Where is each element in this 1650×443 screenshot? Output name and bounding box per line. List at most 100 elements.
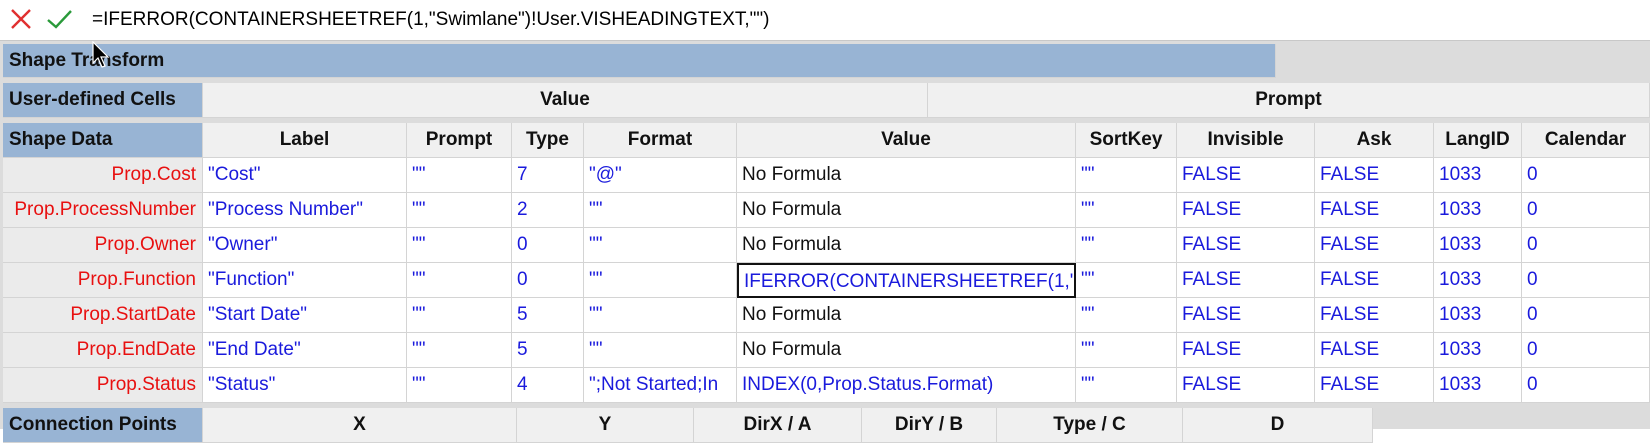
- cell-invisible[interactable]: FALSE: [1177, 193, 1315, 228]
- cell-sortkey[interactable]: "": [1076, 333, 1177, 368]
- cell-value[interactable]: No Formula: [737, 158, 1076, 193]
- cell-format[interactable]: "": [584, 298, 737, 333]
- cell-langid[interactable]: 1033: [1434, 158, 1522, 193]
- check-icon[interactable]: [46, 6, 72, 32]
- cell-invisible[interactable]: FALSE: [1177, 263, 1315, 298]
- cell-type[interactable]: 5: [512, 333, 584, 368]
- section-header-connection-points[interactable]: Connection Points: [3, 408, 203, 443]
- row-name-prop-cost[interactable]: Prop.Cost: [3, 158, 203, 193]
- cell-invisible[interactable]: FALSE: [1177, 298, 1315, 333]
- cell-format[interactable]: "": [584, 333, 737, 368]
- cell-prompt[interactable]: "": [407, 368, 512, 403]
- cell-label[interactable]: "Status": [203, 368, 407, 403]
- cell-label[interactable]: "Process Number": [203, 193, 407, 228]
- formula-input[interactable]: =IFERROR(CONTAINERSHEETREF(1,"Swimlane")…: [92, 9, 769, 31]
- column-header-value[interactable]: Value: [737, 123, 1076, 158]
- cell-value[interactable]: No Formula: [737, 193, 1076, 228]
- row-name-prop-startdate[interactable]: Prop.StartDate: [3, 298, 203, 333]
- cell-type[interactable]: 5: [512, 298, 584, 333]
- cell-langid[interactable]: 1033: [1434, 193, 1522, 228]
- column-header-value[interactable]: Value: [203, 83, 928, 118]
- column-header-type-c[interactable]: Type / C: [997, 408, 1183, 443]
- cell-sortkey[interactable]: "": [1076, 158, 1177, 193]
- cell-sortkey[interactable]: "": [1076, 263, 1177, 298]
- cell-invisible[interactable]: FALSE: [1177, 228, 1315, 263]
- column-header-x[interactable]: X: [203, 408, 517, 443]
- cell-langid[interactable]: 1033: [1434, 263, 1522, 298]
- column-header-diry-b[interactable]: DirY / B: [862, 408, 997, 443]
- row-name-prop-function[interactable]: Prop.Function: [3, 263, 203, 298]
- section-header-shape-transform[interactable]: Shape Transform: [3, 44, 1276, 78]
- cell-ask[interactable]: FALSE: [1315, 333, 1434, 368]
- cell-prompt[interactable]: "": [407, 298, 512, 333]
- column-header-sortkey[interactable]: SortKey: [1076, 123, 1177, 158]
- column-header-langid[interactable]: LangID: [1434, 123, 1522, 158]
- cell-invisible[interactable]: FALSE: [1177, 333, 1315, 368]
- cell-prompt[interactable]: "": [407, 193, 512, 228]
- cell-sortkey[interactable]: "": [1076, 298, 1177, 333]
- cell-langid[interactable]: 1033: [1434, 228, 1522, 263]
- column-header-prompt[interactable]: Prompt: [928, 83, 1650, 118]
- cell-label[interactable]: "Start Date": [203, 298, 407, 333]
- cell-prompt[interactable]: "": [407, 263, 512, 298]
- cell-sortkey[interactable]: "": [1076, 193, 1177, 228]
- cell-sortkey[interactable]: "": [1076, 228, 1177, 263]
- cell-format[interactable]: ";Not Started;In: [584, 368, 737, 403]
- section-header-user-defined-cells[interactable]: User-defined Cells: [3, 83, 203, 118]
- column-header-type[interactable]: Type: [512, 123, 584, 158]
- cell-prompt[interactable]: "": [407, 333, 512, 368]
- cell-invisible[interactable]: FALSE: [1177, 368, 1315, 403]
- column-header-ask[interactable]: Ask: [1315, 123, 1434, 158]
- cell-ask[interactable]: FALSE: [1315, 263, 1434, 298]
- column-header-d[interactable]: D: [1183, 408, 1373, 443]
- cell-label[interactable]: "Function": [203, 263, 407, 298]
- column-header-y[interactable]: Y: [517, 408, 694, 443]
- column-header-label[interactable]: Label: [203, 123, 407, 158]
- cell-label[interactable]: "Owner": [203, 228, 407, 263]
- column-header-format[interactable]: Format: [584, 123, 737, 158]
- cell-value[interactable]: IFERROR(CONTAINERSHEETREF(1,"Sw: [737, 263, 1076, 298]
- cell-value[interactable]: INDEX(0,Prop.Status.Format): [737, 368, 1076, 403]
- cell-calendar[interactable]: 0: [1522, 333, 1650, 368]
- row-name-prop-enddate[interactable]: Prop.EndDate: [3, 333, 203, 368]
- cell-invisible[interactable]: FALSE: [1177, 158, 1315, 193]
- cell-ask[interactable]: FALSE: [1315, 298, 1434, 333]
- cell-prompt[interactable]: "": [407, 158, 512, 193]
- cell-type[interactable]: 0: [512, 228, 584, 263]
- cell-format[interactable]: "@": [584, 158, 737, 193]
- cell-label[interactable]: "End Date": [203, 333, 407, 368]
- cell-langid[interactable]: 1033: [1434, 368, 1522, 403]
- section-header-shape-data[interactable]: Shape Data: [3, 123, 203, 158]
- cell-label[interactable]: "Cost": [203, 158, 407, 193]
- cell-value[interactable]: No Formula: [737, 298, 1076, 333]
- cell-ask[interactable]: FALSE: [1315, 228, 1434, 263]
- row-name-prop-owner[interactable]: Prop.Owner: [3, 228, 203, 263]
- column-header-calendar[interactable]: Calendar: [1522, 123, 1650, 158]
- cell-calendar[interactable]: 0: [1522, 263, 1650, 298]
- cell-type[interactable]: 7: [512, 158, 584, 193]
- row-name-prop-processnumber[interactable]: Prop.ProcessNumber: [3, 193, 203, 228]
- cell-value[interactable]: No Formula: [737, 333, 1076, 368]
- cell-value[interactable]: No Formula: [737, 228, 1076, 263]
- column-header-prompt[interactable]: Prompt: [407, 123, 512, 158]
- cell-format[interactable]: "": [584, 263, 737, 298]
- close-icon[interactable]: [8, 6, 34, 32]
- cell-format[interactable]: "": [584, 193, 737, 228]
- cell-format[interactable]: "": [584, 228, 737, 263]
- cell-sortkey[interactable]: "": [1076, 368, 1177, 403]
- cell-calendar[interactable]: 0: [1522, 193, 1650, 228]
- column-header-dirx-a[interactable]: DirX / A: [694, 408, 862, 443]
- cell-calendar[interactable]: 0: [1522, 298, 1650, 333]
- cell-calendar[interactable]: 0: [1522, 228, 1650, 263]
- cell-type[interactable]: 4: [512, 368, 584, 403]
- cell-calendar[interactable]: 0: [1522, 368, 1650, 403]
- column-header-invisible[interactable]: Invisible: [1177, 123, 1315, 158]
- cell-langid[interactable]: 1033: [1434, 333, 1522, 368]
- cell-type[interactable]: 0: [512, 263, 584, 298]
- cell-prompt[interactable]: "": [407, 228, 512, 263]
- cell-langid[interactable]: 1033: [1434, 298, 1522, 333]
- row-name-prop-status[interactable]: Prop.Status: [3, 368, 203, 403]
- cell-ask[interactable]: FALSE: [1315, 193, 1434, 228]
- cell-calendar[interactable]: 0: [1522, 158, 1650, 193]
- cell-type[interactable]: 2: [512, 193, 584, 228]
